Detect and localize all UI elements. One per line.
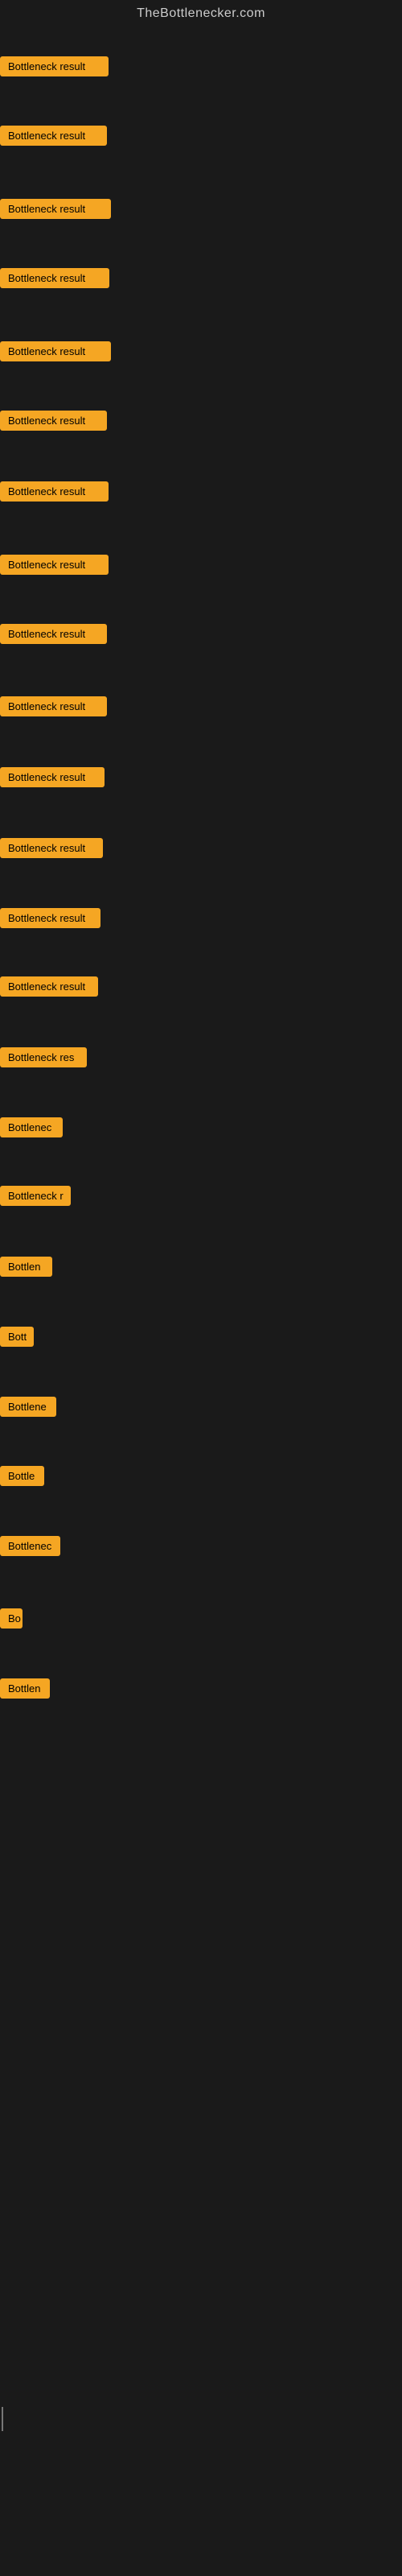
- bottleneck-bar-7[interactable]: Bottleneck result: [0, 555, 109, 575]
- bottleneck-bar-21[interactable]: Bottlenec: [0, 1536, 60, 1556]
- bar-row-21[interactable]: Bottlenec: [0, 1530, 402, 1562]
- bottleneck-bar-18[interactable]: Bott: [0, 1327, 34, 1347]
- bottleneck-bar-19[interactable]: Bottlene: [0, 1397, 56, 1417]
- bar-row-16[interactable]: Bottleneck r: [0, 1179, 402, 1212]
- bar-row-2[interactable]: Bottleneck result: [0, 192, 402, 225]
- bottleneck-bar-22[interactable]: Bo: [0, 1608, 23, 1629]
- bottleneck-bar-16[interactable]: Bottleneck r: [0, 1186, 71, 1206]
- bottleneck-bar-11[interactable]: Bottleneck result: [0, 838, 103, 858]
- bar-row-12[interactable]: Bottleneck result: [0, 902, 402, 934]
- bottleneck-bar-3[interactable]: Bottleneck result: [0, 268, 109, 288]
- bottleneck-bar-9[interactable]: Bottleneck result: [0, 696, 107, 716]
- bar-row-19[interactable]: Bottlene: [0, 1390, 402, 1422]
- bottleneck-bar-10[interactable]: Bottleneck result: [0, 767, 105, 787]
- bar-row-3[interactable]: Bottleneck result: [0, 262, 402, 294]
- bottleneck-bar-12[interactable]: Bottleneck result: [0, 908, 100, 928]
- bar-row-8[interactable]: Bottleneck result: [0, 617, 402, 650]
- bar-row-11[interactable]: Bottleneck result: [0, 832, 402, 864]
- bottleneck-bar-5[interactable]: Bottleneck result: [0, 411, 107, 431]
- bottleneck-bar-1[interactable]: Bottleneck result: [0, 126, 107, 146]
- bar-row-23[interactable]: Bottlen: [0, 1672, 402, 1704]
- bottleneck-bar-23[interactable]: Bottlen: [0, 1678, 50, 1699]
- bar-row-4[interactable]: Bottleneck result: [0, 335, 402, 367]
- bar-row-17[interactable]: Bottlen: [0, 1250, 402, 1282]
- bottleneck-bar-8[interactable]: Bottleneck result: [0, 624, 107, 644]
- bottleneck-bar-20[interactable]: Bottle: [0, 1466, 44, 1486]
- bottleneck-bar-4[interactable]: Bottleneck result: [0, 341, 111, 361]
- bar-row-5[interactable]: Bottleneck result: [0, 404, 402, 436]
- bottleneck-bar-6[interactable]: Bottleneck result: [0, 481, 109, 502]
- cursor-line: [2, 2407, 3, 2431]
- bar-row-7[interactable]: Bottleneck result: [0, 548, 402, 580]
- bottleneck-bar-13[interactable]: Bottleneck result: [0, 976, 98, 997]
- bar-row-13[interactable]: Bottleneck result: [0, 970, 402, 1002]
- bars-container: Bottleneck result Bottleneck result Bottle…: [0, 24, 402, 2439]
- bar-row-10[interactable]: Bottleneck result: [0, 761, 402, 793]
- bottleneck-bar-15[interactable]: Bottlenec: [0, 1117, 63, 1137]
- bottleneck-bar-17[interactable]: Bottlen: [0, 1257, 52, 1277]
- site-title: TheBottlenecker.com: [0, 0, 402, 24]
- bottleneck-bar-14[interactable]: Bottleneck res: [0, 1047, 87, 1067]
- bottleneck-bar-2[interactable]: Bottleneck result: [0, 199, 111, 219]
- bar-row-1[interactable]: Bottleneck result: [0, 119, 402, 151]
- page-container: TheBottlenecker.com Bottleneck resultBot…: [0, 0, 402, 2576]
- bar-row-6[interactable]: Bottleneck result: [0, 475, 402, 507]
- bar-row-14[interactable]: Bottleneck res: [0, 1041, 402, 1073]
- bar-row-20[interactable]: Bottle: [0, 1459, 402, 1492]
- bar-row-22[interactable]: Bo: [0, 1602, 402, 1634]
- bar-row-9[interactable]: Bottleneck result: [0, 690, 402, 722]
- bar-row-18[interactable]: Bott: [0, 1320, 402, 1352]
- bottleneck-bar-0[interactable]: Bottleneck result: [0, 56, 109, 76]
- bar-row-0[interactable]: Bottleneck result: [0, 50, 402, 82]
- bar-row-15[interactable]: Bottlenec: [0, 1111, 402, 1143]
